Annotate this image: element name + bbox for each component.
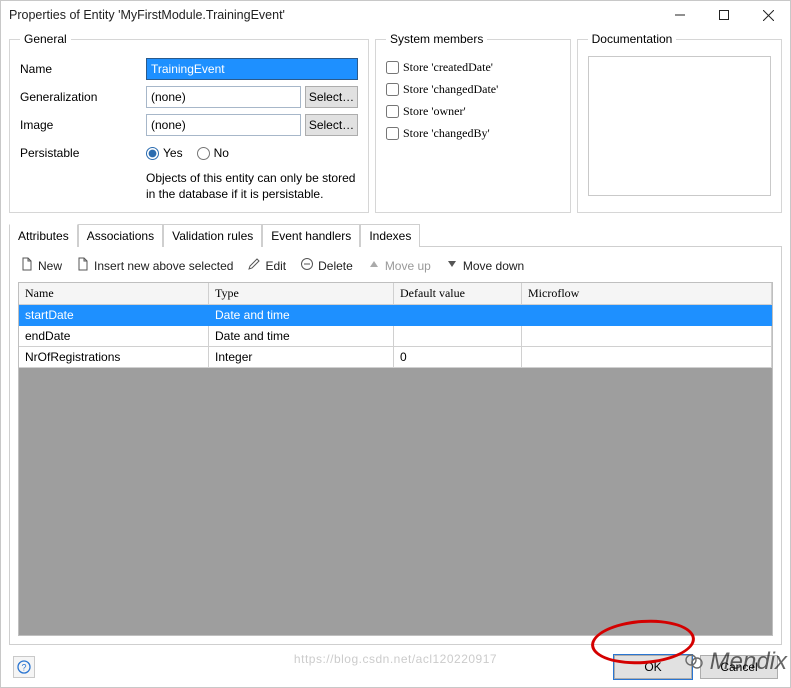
window: Properties of Entity 'MyFirstModule.Trai… (0, 0, 791, 688)
maximize-button[interactable] (702, 1, 746, 29)
store-changeddate-label: Store 'changedDate' (403, 82, 498, 97)
move-down-button[interactable]: Move down (445, 257, 524, 274)
image-input[interactable] (146, 114, 301, 136)
close-button[interactable] (746, 1, 790, 29)
cell-type: Date and time (209, 305, 394, 326)
generalization-select-button[interactable]: Select… (305, 86, 358, 108)
cell-default (394, 305, 522, 326)
tab-indexes[interactable]: Indexes (360, 224, 420, 247)
tab-attributes[interactable]: Attributes (9, 224, 78, 247)
documentation-legend: Documentation (588, 32, 677, 46)
insert-button[interactable]: Insert new above selected (76, 257, 233, 274)
store-createddate-label: Store 'createdDate' (403, 60, 493, 75)
titlebar: Properties of Entity 'MyFirstModule.Trai… (1, 1, 790, 29)
system-members-legend: System members (386, 32, 487, 46)
delete-icon (300, 257, 314, 274)
general-group: General Name Generalization Select… Imag (9, 32, 369, 213)
persistable-yes-label: Yes (163, 146, 183, 160)
name-label: Name (20, 62, 146, 76)
table-row[interactable]: endDate Date and time (19, 326, 772, 347)
persistable-help: Objects of this entity can only be store… (146, 170, 358, 202)
cell-name: startDate (19, 305, 209, 326)
insert-button-label: Insert new above selected (94, 259, 233, 273)
persistable-yes-radio[interactable] (146, 147, 159, 160)
tab-associations[interactable]: Associations (78, 224, 163, 247)
tab-event-handlers[interactable]: Event handlers (262, 224, 360, 247)
col-type[interactable]: Type (209, 283, 394, 305)
move-up-button-label: Move up (385, 259, 431, 273)
store-changedby-checkbox[interactable] (386, 127, 399, 140)
cell-name: NrOfRegistrations (19, 347, 209, 368)
pencil-icon (247, 257, 261, 274)
help-button[interactable]: ? (13, 656, 35, 678)
window-title: Properties of Entity 'MyFirstModule.Trai… (9, 8, 285, 22)
window-controls (658, 1, 790, 29)
cell-microflow (522, 326, 772, 347)
attributes-grid: Name Type Default value Microflow startD… (18, 282, 773, 636)
generalization-label: Generalization (20, 90, 146, 104)
persistable-no-radio[interactable] (197, 147, 210, 160)
store-owner-row[interactable]: Store 'owner' (386, 100, 560, 122)
system-members-group: System members Store 'createdDate' Store… (375, 32, 571, 213)
delete-button[interactable]: Delete (300, 257, 353, 274)
grid-body: startDate Date and time endDate Date and… (19, 305, 772, 635)
general-legend: General (20, 32, 71, 46)
new-button[interactable]: New (20, 257, 62, 274)
new-file-icon (76, 257, 90, 274)
table-row[interactable]: NrOfRegistrations Integer 0 (19, 347, 772, 368)
svg-text:?: ? (21, 663, 26, 673)
store-changeddate-checkbox[interactable] (386, 83, 399, 96)
toolbar: New Insert new above selected Edit (18, 255, 773, 282)
cell-default (394, 326, 522, 347)
ok-button[interactable]: OK (614, 655, 692, 679)
image-label: Image (20, 118, 146, 132)
tabs: Attributes Associations Validation rules… (9, 223, 782, 246)
cell-type: Integer (209, 347, 394, 368)
col-default[interactable]: Default value (394, 283, 522, 305)
cell-name: endDate (19, 326, 209, 347)
edit-button[interactable]: Edit (247, 257, 286, 274)
move-down-button-label: Move down (463, 259, 524, 273)
col-microflow[interactable]: Microflow (522, 283, 772, 305)
documentation-group: Documentation (577, 32, 782, 213)
new-button-label: New (38, 259, 62, 273)
generalization-input[interactable] (146, 86, 301, 108)
store-changedby-row[interactable]: Store 'changedBy' (386, 122, 560, 144)
delete-button-label: Delete (318, 259, 353, 273)
store-owner-checkbox[interactable] (386, 105, 399, 118)
store-createddate-checkbox[interactable] (386, 61, 399, 74)
cell-microflow (522, 347, 772, 368)
store-owner-label: Store 'owner' (403, 104, 466, 119)
grid-header: Name Type Default value Microflow (19, 283, 772, 305)
minimize-button[interactable] (658, 1, 702, 29)
footer: ? OK Cancel (9, 645, 782, 679)
persistable-no-label: No (214, 146, 229, 160)
cell-default: 0 (394, 347, 522, 368)
cell-microflow (522, 305, 772, 326)
persistable-yes-option[interactable]: Yes (146, 146, 183, 160)
cancel-button[interactable]: Cancel (700, 655, 778, 679)
attributes-pane: New Insert new above selected Edit (9, 246, 782, 645)
persistable-label: Persistable (20, 146, 146, 160)
store-createddate-row[interactable]: Store 'createdDate' (386, 56, 560, 78)
image-select-button[interactable]: Select… (305, 114, 358, 136)
persistable-no-option[interactable]: No (197, 146, 229, 160)
name-input[interactable] (146, 58, 358, 80)
triangle-up-icon (367, 257, 381, 274)
cell-type: Date and time (209, 326, 394, 347)
store-changeddate-row[interactable]: Store 'changedDate' (386, 78, 560, 100)
move-up-button[interactable]: Move up (367, 257, 431, 274)
table-row[interactable]: startDate Date and time (19, 305, 772, 326)
col-name[interactable]: Name (19, 283, 209, 305)
tab-validation-rules[interactable]: Validation rules (163, 224, 262, 247)
triangle-down-icon (445, 257, 459, 274)
documentation-textarea[interactable] (588, 56, 771, 196)
edit-button-label: Edit (265, 259, 286, 273)
content: General Name Generalization Select… Imag (1, 29, 790, 687)
store-changedby-label: Store 'changedBy' (403, 126, 490, 141)
new-file-icon (20, 257, 34, 274)
